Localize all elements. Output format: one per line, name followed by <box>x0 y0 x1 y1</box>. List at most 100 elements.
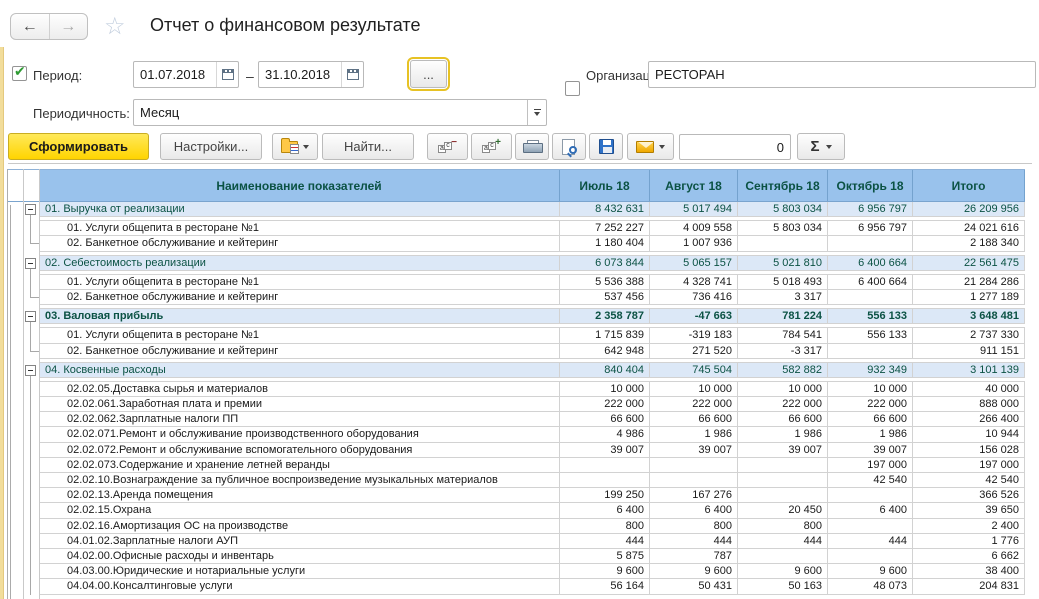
row-value-cell[interactable]: 5 803 034 <box>738 221 828 236</box>
report-variants-button[interactable] <box>272 133 318 160</box>
organization-checkbox[interactable] <box>565 81 580 96</box>
row-total-cell[interactable]: 888 000 <box>913 397 1025 412</box>
row-total-cell[interactable]: 2 737 330 <box>913 328 1025 343</box>
row-value-cell[interactable]: 7 252 227 <box>560 221 650 236</box>
row-value-cell[interactable]: 6 400 664 <box>828 275 913 290</box>
period-to-value[interactable]: 31.10.2018 <box>259 67 341 82</box>
counter-field[interactable]: 0 <box>679 134 791 160</box>
back-button[interactable]: ← <box>11 14 50 39</box>
settings-button[interactable]: Настройки... <box>160 133 262 160</box>
row-total-cell[interactable]: 22 561 475 <box>913 256 1025 271</box>
row-value-cell[interactable]: 9 600 <box>738 564 828 579</box>
period-checkbox[interactable] <box>12 66 27 81</box>
row-total-cell[interactable]: 39 650 <box>913 503 1025 518</box>
row-value-cell[interactable]: 1 007 936 <box>650 236 738 251</box>
table-row[interactable]: 02.02.072.Ремонт и обслуживание вспомога… <box>7 443 1025 458</box>
row-value-cell[interactable] <box>738 473 828 488</box>
row-value-cell[interactable]: 48 073 <box>828 579 913 594</box>
row-value-cell[interactable]: 840 404 <box>560 363 650 378</box>
row-value-cell[interactable]: 1 180 404 <box>560 236 650 251</box>
row-value-cell[interactable]: 781 224 <box>738 309 828 324</box>
row-total-cell[interactable]: 1 277 189 <box>913 290 1025 305</box>
row-value-cell[interactable]: 222 000 <box>828 397 913 412</box>
row-value-cell[interactable]: 50 163 <box>738 579 828 594</box>
row-value-cell[interactable]: 5 803 034 <box>738 202 828 217</box>
table-row[interactable]: 04.02.00.Офисные расходы и инвентарь5 87… <box>7 549 1025 564</box>
row-value-cell[interactable]: 222 000 <box>738 397 828 412</box>
row-name-cell[interactable]: 02.02.073.Содержание и хранение летней в… <box>39 458 560 473</box>
row-value-cell[interactable]: 444 <box>738 534 828 549</box>
column-header-total[interactable]: Итого <box>913 170 1025 201</box>
row-value-cell[interactable]: 787 <box>650 549 738 564</box>
row-value-cell[interactable] <box>828 344 913 359</box>
row-value-cell[interactable]: 271 520 <box>650 344 738 359</box>
row-value-cell[interactable]: 9 600 <box>560 564 650 579</box>
row-value-cell[interactable]: 39 007 <box>738 443 828 458</box>
row-value-cell[interactable]: 6 956 797 <box>828 202 913 217</box>
row-value-cell[interactable] <box>738 488 828 503</box>
row-value-cell[interactable] <box>828 290 913 305</box>
row-value-cell[interactable]: 66 600 <box>650 412 738 427</box>
row-value-cell[interactable]: 167 276 <box>650 488 738 503</box>
table-row[interactable]: 02.02.061.Заработная плата и премии 222 0… <box>7 397 1025 412</box>
row-value-cell[interactable]: 5 021 810 <box>738 256 828 271</box>
table-row[interactable]: 02.02.05.Доставка сырья и материалов10 0… <box>7 382 1025 397</box>
row-value-cell[interactable]: 537 456 <box>560 290 650 305</box>
row-value-cell[interactable] <box>738 236 828 251</box>
row-value-cell[interactable] <box>738 458 828 473</box>
row-value-cell[interactable]: 10 000 <box>738 382 828 397</box>
row-name-cell[interactable]: 01. Услуги общепита в ресторане №1 <box>39 328 560 343</box>
collapse-groups-button[interactable]: ac− <box>427 133 468 160</box>
column-header-month[interactable]: Октябрь 18 <box>828 170 913 201</box>
find-button[interactable]: Найти... <box>322 133 414 160</box>
row-name-cell[interactable]: 02. Банкетное обслуживание и кейтеринг <box>39 344 560 359</box>
row-value-cell[interactable]: 5 017 494 <box>650 202 738 217</box>
period-from-value[interactable]: 01.07.2018 <box>134 67 216 82</box>
table-row[interactable]: 02. Банкетное обслуживание и кейтеринг53… <box>7 290 1025 305</box>
row-value-cell[interactable]: 2 358 787 <box>560 309 650 324</box>
counter-value[interactable]: 0 <box>680 140 790 155</box>
row-name-cell[interactable]: 02.02.061.Заработная плата и премии <box>39 397 560 412</box>
row-total-cell[interactable]: 266 400 <box>913 412 1025 427</box>
row-value-cell[interactable]: 745 504 <box>650 363 738 378</box>
period-from-field[interactable]: 01.07.2018 <box>133 61 239 88</box>
row-name-cell[interactable]: 02. Банкетное обслуживание и кейтеринг <box>39 290 560 305</box>
table-row[interactable]: 03. Валовая прибыль2 358 787-47 663781 2… <box>7 309 1025 324</box>
table-row[interactable]: 01. Услуги общепита в ресторане №17 252 … <box>7 221 1025 236</box>
print-preview-button[interactable] <box>552 133 586 160</box>
row-value-cell[interactable]: 6 073 844 <box>560 256 650 271</box>
print-button[interactable] <box>515 133 549 160</box>
table-row[interactable]: 02.02.073.Содержание и хранение летней в… <box>7 458 1025 473</box>
row-value-cell[interactable] <box>828 236 913 251</box>
row-value-cell[interactable] <box>828 488 913 503</box>
collapse-group-button[interactable] <box>25 258 36 269</box>
row-value-cell[interactable] <box>560 458 650 473</box>
row-value-cell[interactable]: 10 000 <box>828 382 913 397</box>
row-name-cell[interactable]: 01. Услуги общепита в ресторане №1 <box>39 275 560 290</box>
row-value-cell[interactable] <box>560 473 650 488</box>
row-value-cell[interactable]: 5 536 388 <box>560 275 650 290</box>
save-button[interactable] <box>589 133 623 160</box>
favorite-star-icon[interactable]: ☆ <box>104 12 126 41</box>
row-value-cell[interactable]: 39 007 <box>828 443 913 458</box>
row-value-cell[interactable]: 50 431 <box>650 579 738 594</box>
row-value-cell[interactable]: 10 000 <box>560 382 650 397</box>
row-value-cell[interactable]: 66 600 <box>560 412 650 427</box>
row-value-cell[interactable]: 6 400 <box>560 503 650 518</box>
row-name-cell[interactable]: 04.03.00.Юридические и нотариальные услу… <box>39 564 560 579</box>
row-name-cell[interactable]: 02.02.10.Вознаграждение за публичное вос… <box>39 473 560 488</box>
row-value-cell[interactable]: 4 986 <box>560 427 650 442</box>
row-total-cell[interactable]: 24 021 616 <box>913 221 1025 236</box>
row-total-cell[interactable]: 10 944 <box>913 427 1025 442</box>
table-row[interactable]: 02. Себестоимость реализации6 073 8445 0… <box>7 256 1025 271</box>
row-total-cell[interactable]: 2 400 <box>913 519 1025 534</box>
row-value-cell[interactable]: 1 715 839 <box>560 328 650 343</box>
expand-groups-button[interactable]: ac+ <box>471 133 512 160</box>
period-select-button[interactable]: ... <box>410 60 447 88</box>
row-total-cell[interactable]: 6 662 <box>913 549 1025 564</box>
row-value-cell[interactable]: 9 600 <box>828 564 913 579</box>
row-value-cell[interactable]: 932 349 <box>828 363 913 378</box>
row-total-cell[interactable]: 3 648 481 <box>913 309 1025 324</box>
table-row[interactable]: 04.01.02.Зарплатные налоги АУП4444444444… <box>7 534 1025 549</box>
period-to-field[interactable]: 31.10.2018 <box>258 61 364 88</box>
